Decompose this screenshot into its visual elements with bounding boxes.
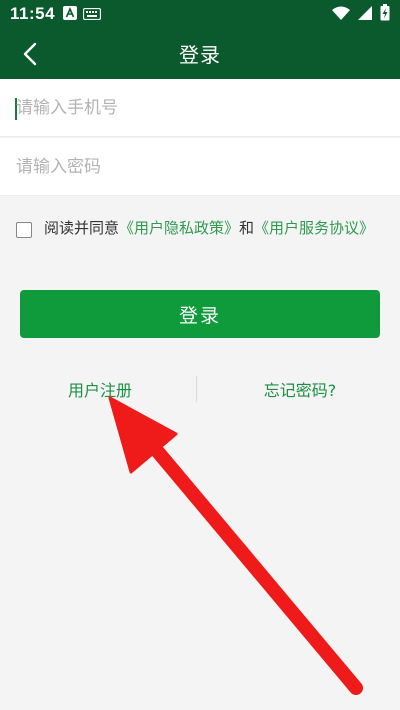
agreement-text: 阅读并同意《用户隐私政策》和《用户服务协议》 (16, 216, 386, 240)
password-field-row (0, 138, 400, 196)
register-link[interactable]: 用户注册 (0, 372, 200, 406)
system-icons (332, 3, 390, 25)
app-bar: 登录 (0, 28, 400, 79)
battery-charging-icon (380, 3, 390, 25)
agreement-checkbox[interactable] (16, 222, 32, 238)
status-bar: 11:54 (0, 0, 400, 28)
agreement-prefix: 阅读并同意 (44, 219, 120, 237)
status-time: 11:54 (10, 4, 56, 23)
agreement-and: 和 (239, 219, 255, 237)
account-links-row: 用户注册 忘记密码? (0, 372, 400, 406)
forgot-password-link[interactable]: 忘记密码? (200, 372, 400, 406)
page-title: 登录 (179, 43, 221, 67)
service-agreement-link[interactable]: 《用户服务协议》 (254, 219, 374, 237)
phone-input[interactable] (16, 79, 386, 137)
privacy-policy-link[interactable]: 《用户隐私政策》 (119, 219, 239, 237)
signal-icon (358, 5, 372, 24)
agreement-row: 阅读并同意《用户隐私政策》和《用户服务协议》 (16, 216, 386, 240)
links-divider (196, 376, 197, 402)
login-button[interactable]: 登录 (20, 290, 380, 338)
notification-icons (63, 5, 102, 24)
phone-field-row (0, 79, 400, 137)
chevron-left-icon (23, 42, 37, 66)
wifi-icon (332, 5, 350, 24)
a-icon (63, 5, 78, 24)
back-button[interactable] (14, 38, 46, 70)
password-input[interactable] (16, 138, 386, 196)
keyboard-icon (82, 5, 102, 24)
